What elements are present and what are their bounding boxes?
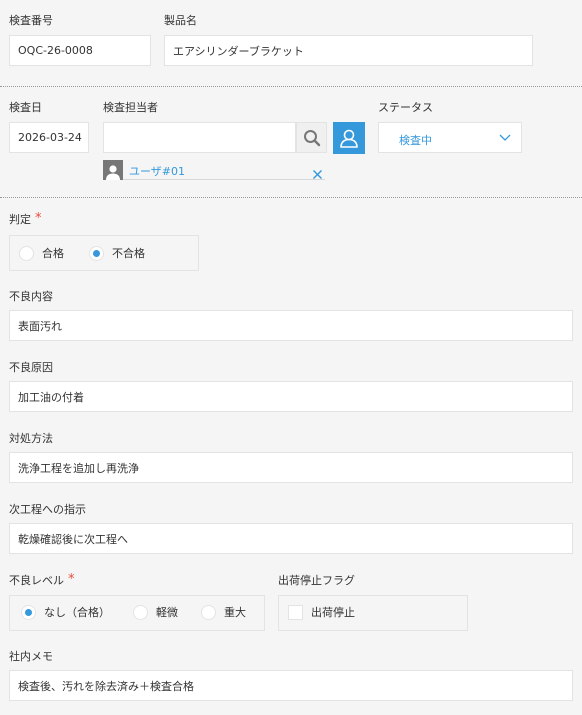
radio-label: 軽微 bbox=[156, 606, 178, 619]
radio-button-selected[interactable] bbox=[21, 604, 36, 620]
selected-user-link[interactable]: ユーザ#01 bbox=[129, 163, 185, 179]
avatar bbox=[103, 160, 123, 180]
internal-memo-field[interactable]: 検査後、汚れを除去済み＋検査合格 bbox=[9, 670, 573, 701]
defect-cause-field[interactable]: 加工油の付着 bbox=[9, 381, 573, 412]
status-dropdown[interactable]: 検査中 bbox=[378, 122, 522, 153]
inspector-search-input[interactable] bbox=[103, 122, 296, 153]
countermeasure-label: 対処方法 bbox=[9, 432, 53, 445]
inspection-date-label: 検査日 bbox=[9, 101, 42, 114]
countermeasure-field[interactable]: 洗浄工程を追加し再洗浄 bbox=[9, 452, 573, 483]
radio-label: なし（合格） bbox=[44, 606, 110, 619]
defect-cause-label: 不良原因 bbox=[9, 361, 53, 374]
internal-memo-label: 社内メモ bbox=[9, 650, 53, 663]
required-mark: * bbox=[68, 572, 75, 587]
user-icon bbox=[340, 129, 358, 148]
inspector-label: 検査担当者 bbox=[103, 101, 158, 114]
chevron-down-icon bbox=[499, 134, 511, 141]
defect-level-option-major[interactable]: 重大 bbox=[201, 604, 246, 620]
user-avatar-icon bbox=[106, 165, 120, 180]
inspection-date-field[interactable]: 2026-03-24 bbox=[9, 122, 89, 153]
checkbox-label: 出荷停止 bbox=[311, 606, 355, 619]
product-name-field[interactable]: エアシリンダーブラケット bbox=[164, 35, 533, 66]
radio-label: 合格 bbox=[42, 247, 64, 260]
close-icon bbox=[313, 170, 322, 179]
judgment-label: 判定 * bbox=[9, 211, 42, 226]
defect-level-option-none[interactable]: なし（合格） bbox=[21, 604, 110, 620]
radio-label: 重大 bbox=[224, 606, 246, 619]
next-instruction-field[interactable]: 乾燥確認後に次工程へ bbox=[9, 523, 573, 554]
defect-level-radio-group: なし（合格） 軽微 重大 bbox=[9, 595, 265, 631]
judgment-radio-group: 合格 不合格 bbox=[9, 235, 199, 271]
checkbox[interactable] bbox=[288, 604, 303, 620]
shipment-hold-label: 出荷停止フラグ bbox=[278, 574, 355, 587]
radio-button-selected[interactable] bbox=[89, 245, 104, 261]
status-selected-value: 検査中 bbox=[399, 134, 432, 147]
search-icon bbox=[303, 129, 320, 146]
defect-detail-field[interactable]: 表面汚れ bbox=[9, 310, 573, 341]
required-mark: * bbox=[35, 211, 42, 226]
product-name-label: 製品名 bbox=[164, 14, 197, 27]
section-divider bbox=[0, 197, 582, 198]
shipment-hold-option[interactable]: 出荷停止 bbox=[288, 604, 355, 620]
section-divider bbox=[0, 86, 582, 87]
defect-detail-label: 不良内容 bbox=[9, 290, 53, 303]
inspector-search-button[interactable] bbox=[296, 122, 327, 153]
judgment-option-pass[interactable]: 合格 bbox=[19, 245, 64, 261]
radio-button[interactable] bbox=[133, 604, 148, 620]
inspection-no-field[interactable]: OQC-26-0008 bbox=[9, 35, 151, 66]
defect-level-label: 不良レベル * bbox=[9, 572, 75, 587]
next-instruction-label: 次工程への指示 bbox=[9, 503, 86, 516]
remove-user-button[interactable] bbox=[312, 165, 323, 179]
selected-user-chip: ユーザ#01 bbox=[103, 160, 325, 180]
shipment-hold-checkbox-group: 出荷停止 bbox=[278, 595, 468, 631]
defect-level-option-minor[interactable]: 軽微 bbox=[133, 604, 178, 620]
judgment-option-fail[interactable]: 不合格 bbox=[89, 245, 145, 261]
user-select-button[interactable] bbox=[333, 122, 365, 154]
radio-button[interactable] bbox=[201, 604, 216, 620]
radio-label: 不合格 bbox=[112, 247, 145, 260]
radio-button[interactable] bbox=[19, 245, 34, 261]
inspection-no-label: 検査番号 bbox=[9, 14, 53, 27]
status-label: ステータス bbox=[378, 101, 433, 114]
